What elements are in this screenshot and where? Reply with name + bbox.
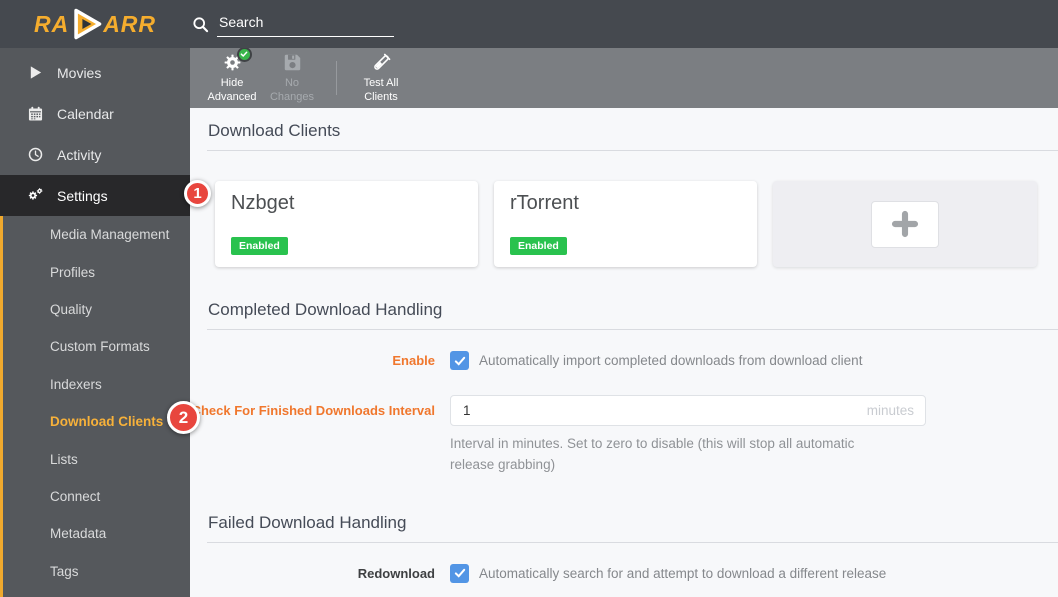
sidebar: Movies Calendar Activity	[0, 48, 190, 597]
test-all-clients-button[interactable]: Test All Clients	[351, 52, 411, 105]
sidebar-item-label: Movies	[57, 65, 101, 81]
enable-checkbox[interactable]	[450, 351, 469, 370]
completed-download-handling-heading: Completed Download Handling	[207, 300, 1058, 330]
status-badge: Enabled	[510, 237, 567, 255]
toolbar-separator	[336, 61, 337, 95]
search-input[interactable]	[217, 11, 394, 37]
sidebar-subitem-connect[interactable]: Connect	[0, 478, 190, 515]
annotation-badge-2: 2	[167, 401, 200, 434]
settings-section: Settings Media Management Profiles Quali…	[0, 175, 190, 597]
interval-help-text: Interval in minutes. Set to zero to disa…	[450, 433, 902, 476]
logo-text-right: ARR	[103, 13, 156, 36]
sidebar-subitem-tags[interactable]: Tags	[0, 553, 190, 590]
test-all-clients-label: Test All Clients	[351, 77, 411, 105]
settings-toolbar: Hide Advanced No Changes Test All Client…	[190, 48, 1058, 108]
gears-icon	[27, 187, 44, 204]
redownload-label: Redownload	[190, 566, 435, 581]
hide-advanced-label: Hide Advanced	[202, 77, 262, 105]
download-clients-heading: Download Clients	[207, 108, 1058, 151]
sidebar-item-movies[interactable]: Movies	[0, 52, 190, 93]
calendar-icon	[27, 106, 44, 121]
sidebar-subitem-indexers[interactable]: Indexers	[0, 366, 190, 403]
sidebar-item-label: Activity	[57, 147, 101, 163]
add-client-card[interactable]	[773, 181, 1037, 267]
interval-label: Check For Finished Downloads Interval	[190, 395, 435, 418]
redownload-checkbox[interactable]	[450, 564, 469, 583]
plus-icon	[889, 208, 921, 240]
client-card-rtorrent[interactable]: rTorrent Enabled	[494, 181, 757, 267]
search-box	[192, 11, 394, 37]
checkmark-icon	[454, 355, 466, 367]
sidebar-item-calendar[interactable]: Calendar	[0, 93, 190, 134]
interval-row: Check For Finished Downloads Interval mi…	[190, 395, 1058, 476]
checkmark-icon	[454, 567, 466, 579]
client-cards-row: Nzbget Enabled rTorrent Enabled	[215, 181, 1058, 267]
annotation-badge-1: 1	[184, 180, 211, 207]
redownload-row: Redownload Automatically search for and …	[190, 564, 1058, 583]
redownload-help-text: Automatically search for and attempt to …	[479, 566, 886, 581]
play-icon	[27, 65, 44, 80]
settings-content: Download Clients Nzbget Enabled rTorrent…	[190, 108, 1058, 597]
client-card-nzbget[interactable]: Nzbget Enabled	[215, 181, 478, 267]
sidebar-subitem-media-management[interactable]: Media Management	[0, 216, 190, 253]
sidebar-subitem-quality[interactable]: Quality	[0, 291, 190, 328]
enable-help-text: Automatically import completed downloads…	[479, 353, 862, 368]
failed-download-handling-heading: Failed Download Handling	[207, 513, 1058, 543]
search-icon	[192, 16, 209, 33]
sidebar-subitem-custom-formats[interactable]: Custom Formats	[0, 328, 190, 365]
radarr-logo[interactable]: RA ARR	[0, 6, 190, 42]
interval-unit: minutes	[867, 403, 914, 418]
hide-advanced-button[interactable]: Hide Advanced	[202, 52, 262, 105]
save-icon	[283, 52, 302, 74]
sidebar-subitem-lists[interactable]: Lists	[0, 440, 190, 477]
test-tube-icon	[371, 52, 392, 74]
clock-icon	[27, 147, 44, 162]
sidebar-subitem-profiles[interactable]: Profiles	[0, 253, 190, 290]
no-changes-button[interactable]: No Changes	[262, 52, 322, 105]
sidebar-subitem-metadata[interactable]: Metadata	[0, 515, 190, 552]
enable-row: Enable Automatically import completed do…	[190, 351, 1058, 370]
sidebar-item-activity[interactable]: Activity	[0, 134, 190, 175]
top-bar: RA ARR	[0, 0, 1058, 48]
gear-check-icon	[222, 52, 243, 74]
no-changes-label: No Changes	[262, 77, 322, 105]
logo-text-left: RA	[34, 13, 69, 36]
interval-input[interactable]	[450, 395, 926, 426]
client-name: rTorrent	[510, 192, 741, 215]
status-badge: Enabled	[231, 237, 288, 255]
play-emblem-icon	[68, 6, 104, 42]
enable-label: Enable	[190, 353, 435, 368]
sidebar-subitem-download-clients[interactable]: Download Clients	[0, 403, 190, 440]
add-client-button[interactable]	[871, 201, 939, 248]
sidebar-item-settings[interactable]: Settings	[0, 175, 190, 216]
client-name: Nzbget	[231, 192, 462, 215]
check-badge-icon	[237, 47, 252, 62]
sidebar-item-label: Calendar	[57, 106, 114, 122]
sidebar-item-label: Settings	[57, 188, 108, 204]
